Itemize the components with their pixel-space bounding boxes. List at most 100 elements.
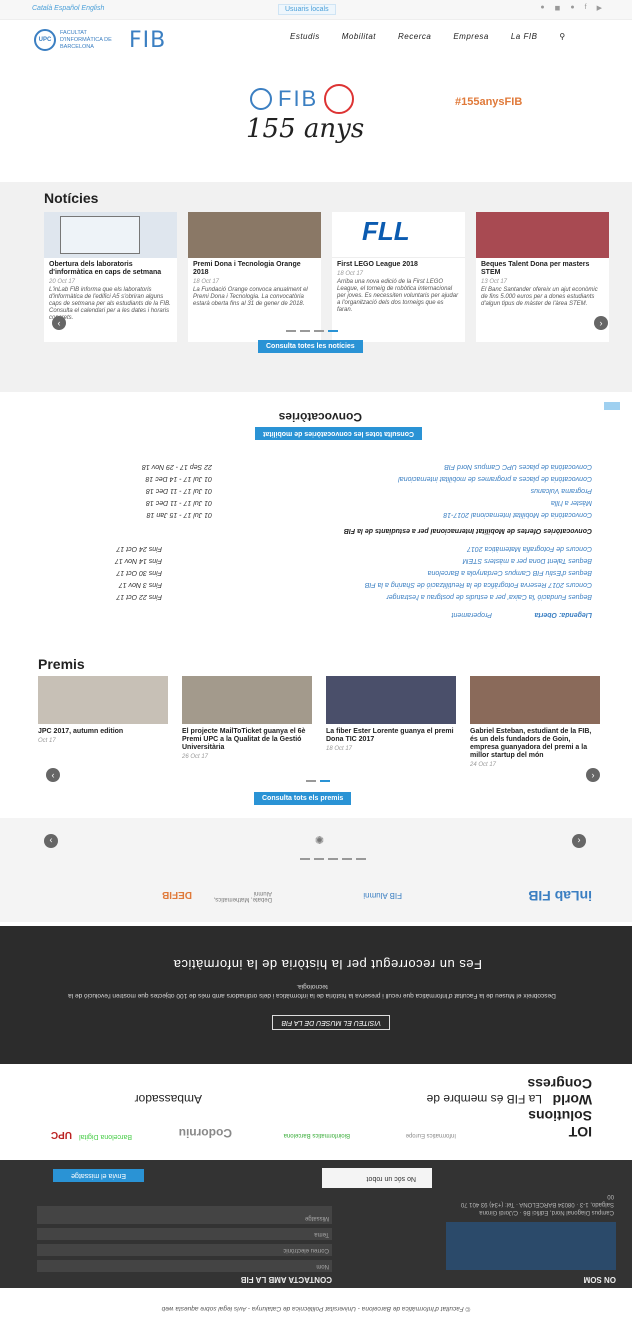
awards-title: Premis (38, 656, 85, 672)
news-prev-arrow-icon[interactable]: ‹ (52, 316, 66, 330)
call-date: Fins 24 Oct 17 (116, 545, 162, 552)
logo-text: FACULTAT D'INFORMÀTICA DE BARCELONA (60, 29, 112, 50)
partner-logo[interactable]: inLab FIB (528, 888, 592, 904)
calls-title: Convocatòries (278, 410, 362, 424)
call-item[interactable]: Beques Talent Dona per a màsters STEM (463, 557, 592, 564)
nav-estudis[interactable]: Estudis (290, 32, 320, 41)
member-logo[interactable]: Informatics Europe (386, 1132, 456, 1138)
footer: ON SOM CONTACTA AMB LA FIB Campus Diagon… (0, 1160, 632, 1288)
partners-next-arrow-icon[interactable]: › (44, 834, 58, 848)
award-card[interactable]: El projecte MailToTicket guanya el 6è Pr… (182, 676, 312, 768)
rss-icon[interactable]: ◼ (555, 4, 561, 12)
award-title[interactable]: Gabriel Esteban, estudiant de la FIB, és… (470, 724, 600, 760)
awards-next-arrow-icon[interactable]: › (586, 768, 600, 782)
news-image (44, 212, 177, 258)
contact-name-input[interactable]: Nom (37, 1260, 332, 1272)
search-icon[interactable]: ⚲ (559, 32, 565, 41)
social-icons: ● ◼ ● f ▶ (540, 4, 602, 12)
map-icon[interactable] (446, 1222, 616, 1270)
recaptcha-checkbox[interactable]: No sóc un robot (322, 1168, 432, 1188)
calls-legend[interactable]: Llegenda: Oberta (534, 611, 592, 618)
museum-visit-button[interactable]: VISITEU EL MUSEU DE LA FIB (272, 1015, 390, 1030)
footer-contact-title: CONTACTA AMB LA FIB (240, 1275, 332, 1284)
partner-logo[interactable]: DEFIB (162, 889, 192, 900)
top-bar: Català Español English Usuaris locals ● … (0, 0, 632, 20)
call-item[interactable]: Programa Vulcanus (531, 487, 592, 494)
award-title[interactable]: La fiber Ester Lorente guanya el premi D… (326, 724, 456, 744)
call-item[interactable]: Convocatòria de Mobilitat Internacional … (443, 511, 592, 518)
partners-strip: inLab FIB FIB Alumni Debate, Mathematics… (0, 818, 632, 922)
news-card-date: 20 Oct 17 (49, 279, 76, 285)
news-more-button[interactable]: Consulta totes les notícies (258, 340, 363, 353)
news-card-title[interactable]: Premi Dona i Tecnologia Orange 2018 (188, 258, 321, 277)
call-item[interactable]: Beques Fundació 'la Caixa' per a estudis… (386, 593, 592, 600)
contact-topic-select[interactable]: Tema (37, 1228, 332, 1240)
copyright: © Facultat d'Informàtica de Barcelona - … (0, 1290, 632, 1318)
award-card[interactable]: La fiber Ester Lorente guanya el premi D… (326, 676, 456, 768)
partner-logo[interactable]: Debate, Mathematics, Alumni (212, 890, 272, 902)
footer-where: ON SOM (583, 1275, 616, 1284)
news-card-date: 18 Oct 17 (337, 271, 364, 277)
anniversary-banner[interactable]: FIB 155 anys #155anysFIB (0, 60, 632, 170)
main-nav: Estudis Mobilitat Recerca Empresa La FIB… (290, 32, 566, 41)
call-item[interactable]: Beques d'Estiu FIB Campus Cerdanyola a B… (428, 569, 592, 576)
news-card-title[interactable]: First LEGO League 2018 (332, 258, 465, 269)
member-logo[interactable]: Codorniu (179, 1126, 232, 1140)
contact-email-input[interactable]: Correu electrònic (37, 1244, 332, 1256)
news-card[interactable]: FLL First LEGO League 2018 18 Oct 17 Arr… (332, 212, 465, 342)
award-card[interactable]: Gabriel Esteban, estudiant de la FIB, és… (470, 676, 600, 768)
calls-subtitle: Convocatòries Ofertes de Mobilitat Inter… (343, 527, 592, 534)
news-pagination[interactable] (286, 330, 338, 332)
user-access-button[interactable]: Usuaris locals (278, 4, 336, 15)
membership-section: La FIB és membre de Ambassador IOT Solut… (0, 1070, 632, 1158)
nav-la-fib[interactable]: La FIB (511, 32, 538, 41)
call-item[interactable]: Convocatòria de places a programes de mo… (398, 475, 592, 482)
contact-message-textarea[interactable]: Missatge (37, 1206, 332, 1224)
award-title[interactable]: El projecte MailToTicket guanya el 6è Pr… (182, 724, 312, 752)
awards-pagination[interactable] (306, 780, 330, 782)
twitter-icon[interactable]: ● (540, 4, 544, 12)
awards-more-button[interactable]: Consulta tots els premis (254, 792, 352, 805)
member-logo[interactable]: UPC (51, 1129, 72, 1140)
nav-mobilitat[interactable]: Mobilitat (342, 32, 376, 41)
award-card[interactable]: JPC 2017, autumn edition Oct 17 (38, 676, 168, 768)
call-date: 01 Jul 17 - 14 Dec 18 (145, 475, 212, 482)
news-card-excerpt: Arriba una nova edició de la First LEGO … (337, 279, 459, 313)
call-item[interactable]: Màster a l'Illa (551, 499, 592, 506)
call-item[interactable]: Convocatòria de places UPC Campus Nord F… (444, 463, 592, 470)
partners-pagination[interactable] (300, 858, 366, 860)
call-item[interactable]: Concurs 2017 Reserva Fotogràfica de la R… (365, 581, 592, 588)
nav-recerca[interactable]: Recerca (398, 32, 431, 41)
museum-banner: Fes un recorregut per la història de la … (0, 926, 632, 1064)
partner-logo[interactable]: FIB Alumni (363, 891, 402, 900)
awards-prev-arrow-icon[interactable]: ‹ (46, 768, 60, 782)
news-image (476, 212, 609, 258)
flickr-icon[interactable]: ● (570, 4, 574, 12)
award-title[interactable]: JPC 2017, autumn edition (38, 724, 168, 736)
calls-upcoming[interactable]: Properament (452, 611, 492, 618)
news-card[interactable]: Premi Dona i Tecnologia Orange 2018 18 O… (188, 212, 321, 342)
member-logo[interactable]: Barcelona Digital (79, 1133, 132, 1140)
news-card[interactable]: Beques Talent Dona per masters STEM 13 O… (476, 212, 609, 342)
contact-submit-button[interactable]: Envia el missatge (53, 1169, 144, 1182)
museum-title: Fes un recorregut per la història de la … (173, 957, 482, 972)
member-logo[interactable]: IOT Solutions World Congress (502, 1076, 592, 1140)
scroll-tab-icon[interactable] (604, 402, 620, 410)
news-card-title[interactable]: Obertura dels laboratoris d'informàtica … (44, 258, 177, 277)
news-card-title[interactable]: Beques Talent Dona per masters STEM (476, 258, 609, 277)
nav-empresa[interactable]: Empresa (453, 32, 489, 41)
news-next-arrow-icon[interactable]: › (594, 316, 608, 330)
language-switcher[interactable]: Català Español English (32, 5, 104, 12)
banner-hashtag[interactable]: #155anysFIB (455, 96, 522, 108)
calls-more-button[interactable]: Consulta totes les convocatòries de mobi… (255, 427, 422, 440)
loading-spinner-icon: ✺ (314, 833, 324, 845)
member-logo[interactable]: Bioinformatics Barcelona (260, 1132, 350, 1138)
award-date: 24 Oct 17 (470, 762, 497, 768)
fib-logo[interactable]: UPC FACULTAT D'INFORMÀTICA DE BARCELONA … (34, 25, 179, 55)
call-item[interactable]: Concurs de Fotografia Matemàtica 2017 (467, 545, 592, 552)
call-date: 01 Jul 17 - 11 Dec 18 (145, 499, 212, 506)
partners-prev-arrow-icon[interactable]: ‹ (572, 834, 586, 848)
footer-address: Campus Diagonal Nord, Edifici B6 · C/Jor… (460, 1193, 614, 1215)
youtube-icon[interactable]: ▶ (597, 4, 602, 12)
facebook-icon[interactable]: f (585, 4, 587, 12)
